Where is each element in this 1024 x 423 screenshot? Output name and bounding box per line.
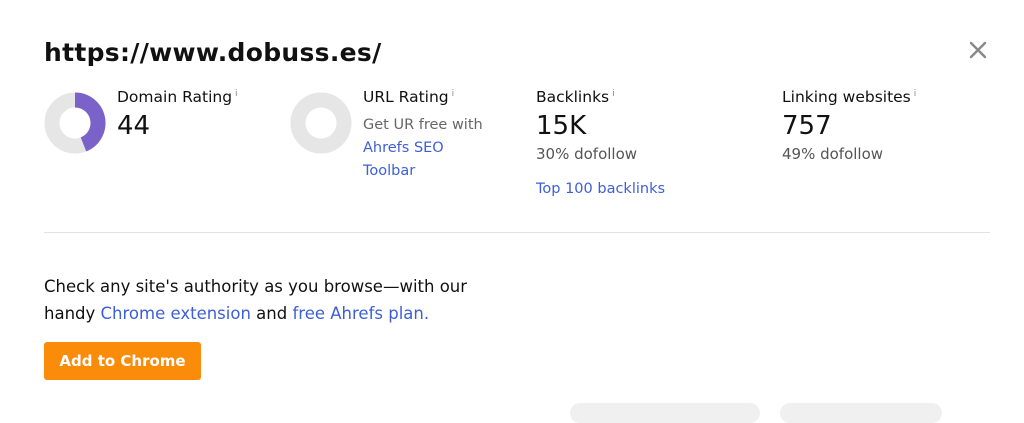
close-button[interactable] — [964, 36, 992, 64]
promo-text-and: and — [256, 304, 288, 323]
partial-pill — [780, 403, 942, 423]
partial-pill — [570, 403, 760, 423]
ahrefs-toolbar-link[interactable]: Ahrefs SEO Toolbar — [363, 140, 444, 179]
url-rating-gauge — [290, 92, 352, 154]
info-icon[interactable]: i — [235, 89, 238, 99]
backlinks-value: 15K — [536, 111, 587, 141]
backlinks-label: Backlinks — [536, 88, 610, 106]
info-icon[interactable]: i — [612, 89, 615, 99]
backlinks: Backlinks i 15K 30% dofollow Top 100 back… — [536, 88, 665, 197]
info-icon[interactable]: i — [914, 89, 917, 99]
linking-websites: Linking websites i 757 49% dofollow — [782, 88, 916, 163]
chrome-extension-link[interactable]: Chrome extension — [101, 304, 251, 323]
linking-websites-value: 757 — [782, 111, 832, 141]
domain-rating-gauge — [44, 92, 106, 154]
top-backlinks-link[interactable]: Top 100 backlinks — [536, 181, 665, 197]
domain-rating-label: Domain Rating — [117, 88, 233, 106]
page-title: https://www.dobuss.es/ — [44, 38, 382, 67]
domain-rating-value: 44 — [117, 111, 151, 141]
backlinks-dofollow: 30% dofollow — [536, 145, 638, 163]
free-plan-link[interactable]: free Ahrefs plan. — [292, 304, 429, 323]
divider — [44, 232, 990, 233]
linking-websites-label: Linking websites — [782, 88, 911, 106]
add-to-chrome-button[interactable]: Add to Chrome — [44, 342, 201, 380]
info-icon[interactable]: i — [452, 89, 455, 99]
url-rating: URL Rating i Get UR free with Ahrefs SEO … — [363, 88, 498, 183]
domain-rating: Domain Rating i 44 — [117, 88, 238, 142]
url-rating-note: Get UR free with — [363, 117, 483, 133]
linking-websites-dofollow: 49% dofollow — [782, 145, 884, 163]
url-rating-label: URL Rating — [363, 88, 449, 106]
domain-rating-gauge-fill — [74, 92, 106, 152]
promo-text: Check any site's authority as you browse… — [44, 273, 504, 327]
close-icon — [969, 41, 987, 59]
